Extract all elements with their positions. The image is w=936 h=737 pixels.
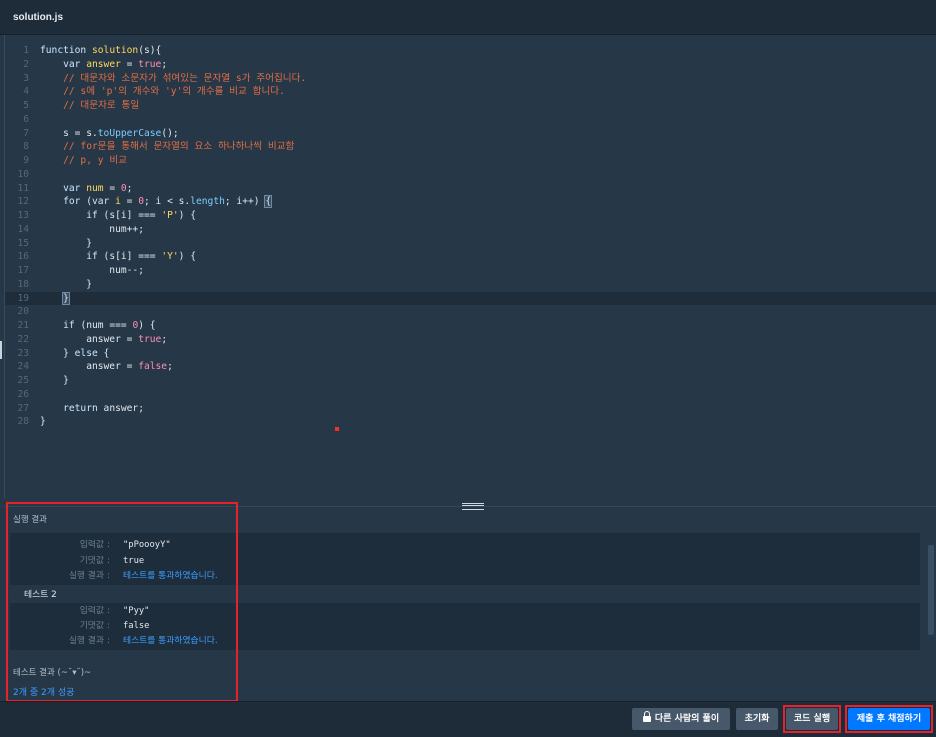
code-line[interactable]: 16 if (s[i] === 'Y') {	[5, 250, 936, 264]
others-solution-button[interactable]: 다른 사람의 풀이	[632, 708, 730, 730]
line-number: 10	[17, 168, 29, 180]
line-number: 6	[23, 113, 29, 125]
line-text[interactable]: num++;	[40, 223, 144, 237]
code-line[interactable]: 18 }	[5, 278, 936, 292]
line-text[interactable]: // s에 'p'의 개수와 'y'의 개수를 비교 합니다.	[40, 85, 285, 99]
code-line[interactable]: 21 if (num === 0) {	[5, 319, 936, 333]
line-text[interactable]: if (s[i] === 'P') {	[40, 209, 196, 223]
code-line[interactable]: 14 num++;	[5, 223, 936, 237]
line-text[interactable]: // 대문자로 통일	[40, 99, 139, 113]
red-dot-marker	[335, 427, 339, 431]
code-line[interactable]: 11 var num = 0;	[5, 182, 936, 196]
code-line[interactable]: 15 }	[5, 237, 936, 251]
reset-button[interactable]: 초기화	[736, 708, 778, 730]
line-text[interactable]: return answer;	[40, 402, 144, 416]
code-line[interactable]: 25 }	[5, 374, 936, 388]
line-number: 20	[17, 306, 29, 318]
code-line[interactable]: 22 answer = true;	[5, 333, 936, 347]
code-line[interactable]: 23 } else {	[5, 347, 936, 361]
code-line[interactable]: 6	[5, 113, 936, 127]
line-number: 23	[17, 347, 29, 359]
line-number: 27	[17, 402, 29, 414]
line-text[interactable]: }	[40, 237, 92, 251]
result-highlight-box	[6, 502, 238, 702]
line-text[interactable]: // for문을 통해서 문자열의 요소 하나하나씩 비교함	[40, 140, 294, 154]
line-number: 11	[17, 182, 29, 194]
reset-label: 초기화	[744, 714, 770, 724]
line-text[interactable]: var num = 0;	[40, 182, 132, 196]
code-line[interactable]: 17 num--;	[5, 264, 936, 278]
code-editor[interactable]: 1 function solution(s){2 var answer = tru…	[4, 35, 936, 498]
line-text[interactable]: }	[40, 415, 46, 429]
line-number: 14	[17, 223, 29, 235]
file-tab-solution-js[interactable]: solution.js	[13, 12, 63, 23]
line-text[interactable]: s = s.toUpperCase();	[40, 127, 179, 141]
code-line[interactable]: 8 // for문을 통해서 문자열의 요소 하나하나씩 비교함	[5, 140, 936, 154]
line-number: 18	[17, 278, 29, 290]
line-text[interactable]: if (num === 0) {	[40, 319, 155, 333]
line-number: 7	[23, 127, 29, 139]
line-number: 9	[23, 155, 29, 166]
line-text[interactable]: if (s[i] === 'Y') {	[40, 250, 196, 264]
code-line[interactable]: 2 var answer = true;	[5, 58, 936, 72]
line-text[interactable]: function solution(s){	[40, 44, 161, 58]
line-number: 24	[17, 361, 29, 373]
line-text[interactable]: num--;	[40, 264, 144, 278]
line-text[interactable]: // p, y 비교	[40, 154, 127, 168]
code-line[interactable]: 19 }	[5, 291, 936, 306]
line-number: 16	[17, 251, 29, 263]
code-line[interactable]: 13 if (s[i] === 'P') {	[5, 209, 936, 223]
line-number: 26	[17, 388, 29, 400]
editor-gutter-marker	[0, 341, 2, 359]
others-solution-label: 다른 사람의 풀이	[654, 714, 720, 724]
editor-tab-bar: solution.js	[0, 0, 936, 35]
line-text[interactable]: }	[40, 278, 92, 292]
line-number: 25	[17, 375, 29, 386]
line-text[interactable]: // 대문자와 소문자가 섞여있는 문자열 s가 주어집니다.	[40, 72, 306, 86]
line-text[interactable]: for (var i = 0; i < s.length; i++) {	[40, 195, 273, 209]
line-number: 21	[17, 320, 29, 331]
line-number: 22	[17, 333, 29, 345]
code-line[interactable]: 10	[5, 168, 936, 182]
line-number: 12	[17, 196, 29, 208]
code-lines[interactable]: 1 function solution(s){2 var answer = tru…	[5, 44, 936, 429]
line-number: 28	[17, 416, 29, 428]
code-line[interactable]: 20	[5, 305, 936, 319]
line-number: 2	[23, 58, 29, 70]
line-number: 4	[23, 86, 29, 98]
code-line[interactable]: 1 function solution(s){	[5, 44, 936, 58]
code-line[interactable]: 7 s = s.toUpperCase();	[5, 127, 936, 141]
code-line[interactable]: 27 return answer;	[5, 402, 936, 416]
result-scrollbar[interactable]	[928, 545, 934, 635]
line-text[interactable]: } else {	[40, 347, 109, 361]
code-line[interactable]: 5 // 대문자로 통일	[5, 99, 936, 113]
code-line[interactable]: 4 // s에 'p'의 개수와 'y'의 개수를 비교 합니다.	[5, 85, 936, 99]
line-number: 19	[17, 292, 29, 304]
line-text[interactable]: }	[40, 291, 70, 306]
line-text[interactable]: answer = false;	[40, 360, 173, 374]
line-number: 15	[17, 237, 29, 249]
line-number: 3	[23, 72, 29, 84]
code-line[interactable]: 28}	[5, 415, 936, 429]
line-number: 1	[23, 45, 29, 56]
line-number: 5	[23, 100, 29, 111]
line-text[interactable]: var answer = true;	[40, 58, 167, 72]
code-line[interactable]: 12 for (var i = 0; i < s.length; i++) {	[5, 195, 936, 209]
line-number: 17	[17, 265, 29, 276]
lock-icon	[642, 711, 651, 722]
code-line[interactable]: 26	[5, 388, 936, 402]
code-line[interactable]: 24 answer = false;	[5, 360, 936, 374]
run-highlight-box	[783, 705, 841, 733]
line-text[interactable]: answer = true;	[40, 333, 167, 347]
code-line[interactable]: 9 // p, y 비교	[5, 154, 936, 168]
submit-highlight-box	[845, 705, 933, 733]
line-text[interactable]: }	[40, 374, 69, 388]
code-line[interactable]: 3 // 대문자와 소문자가 섞여있는 문자열 s가 주어집니다.	[5, 72, 936, 86]
line-number: 13	[17, 210, 29, 221]
line-number: 8	[23, 141, 29, 153]
